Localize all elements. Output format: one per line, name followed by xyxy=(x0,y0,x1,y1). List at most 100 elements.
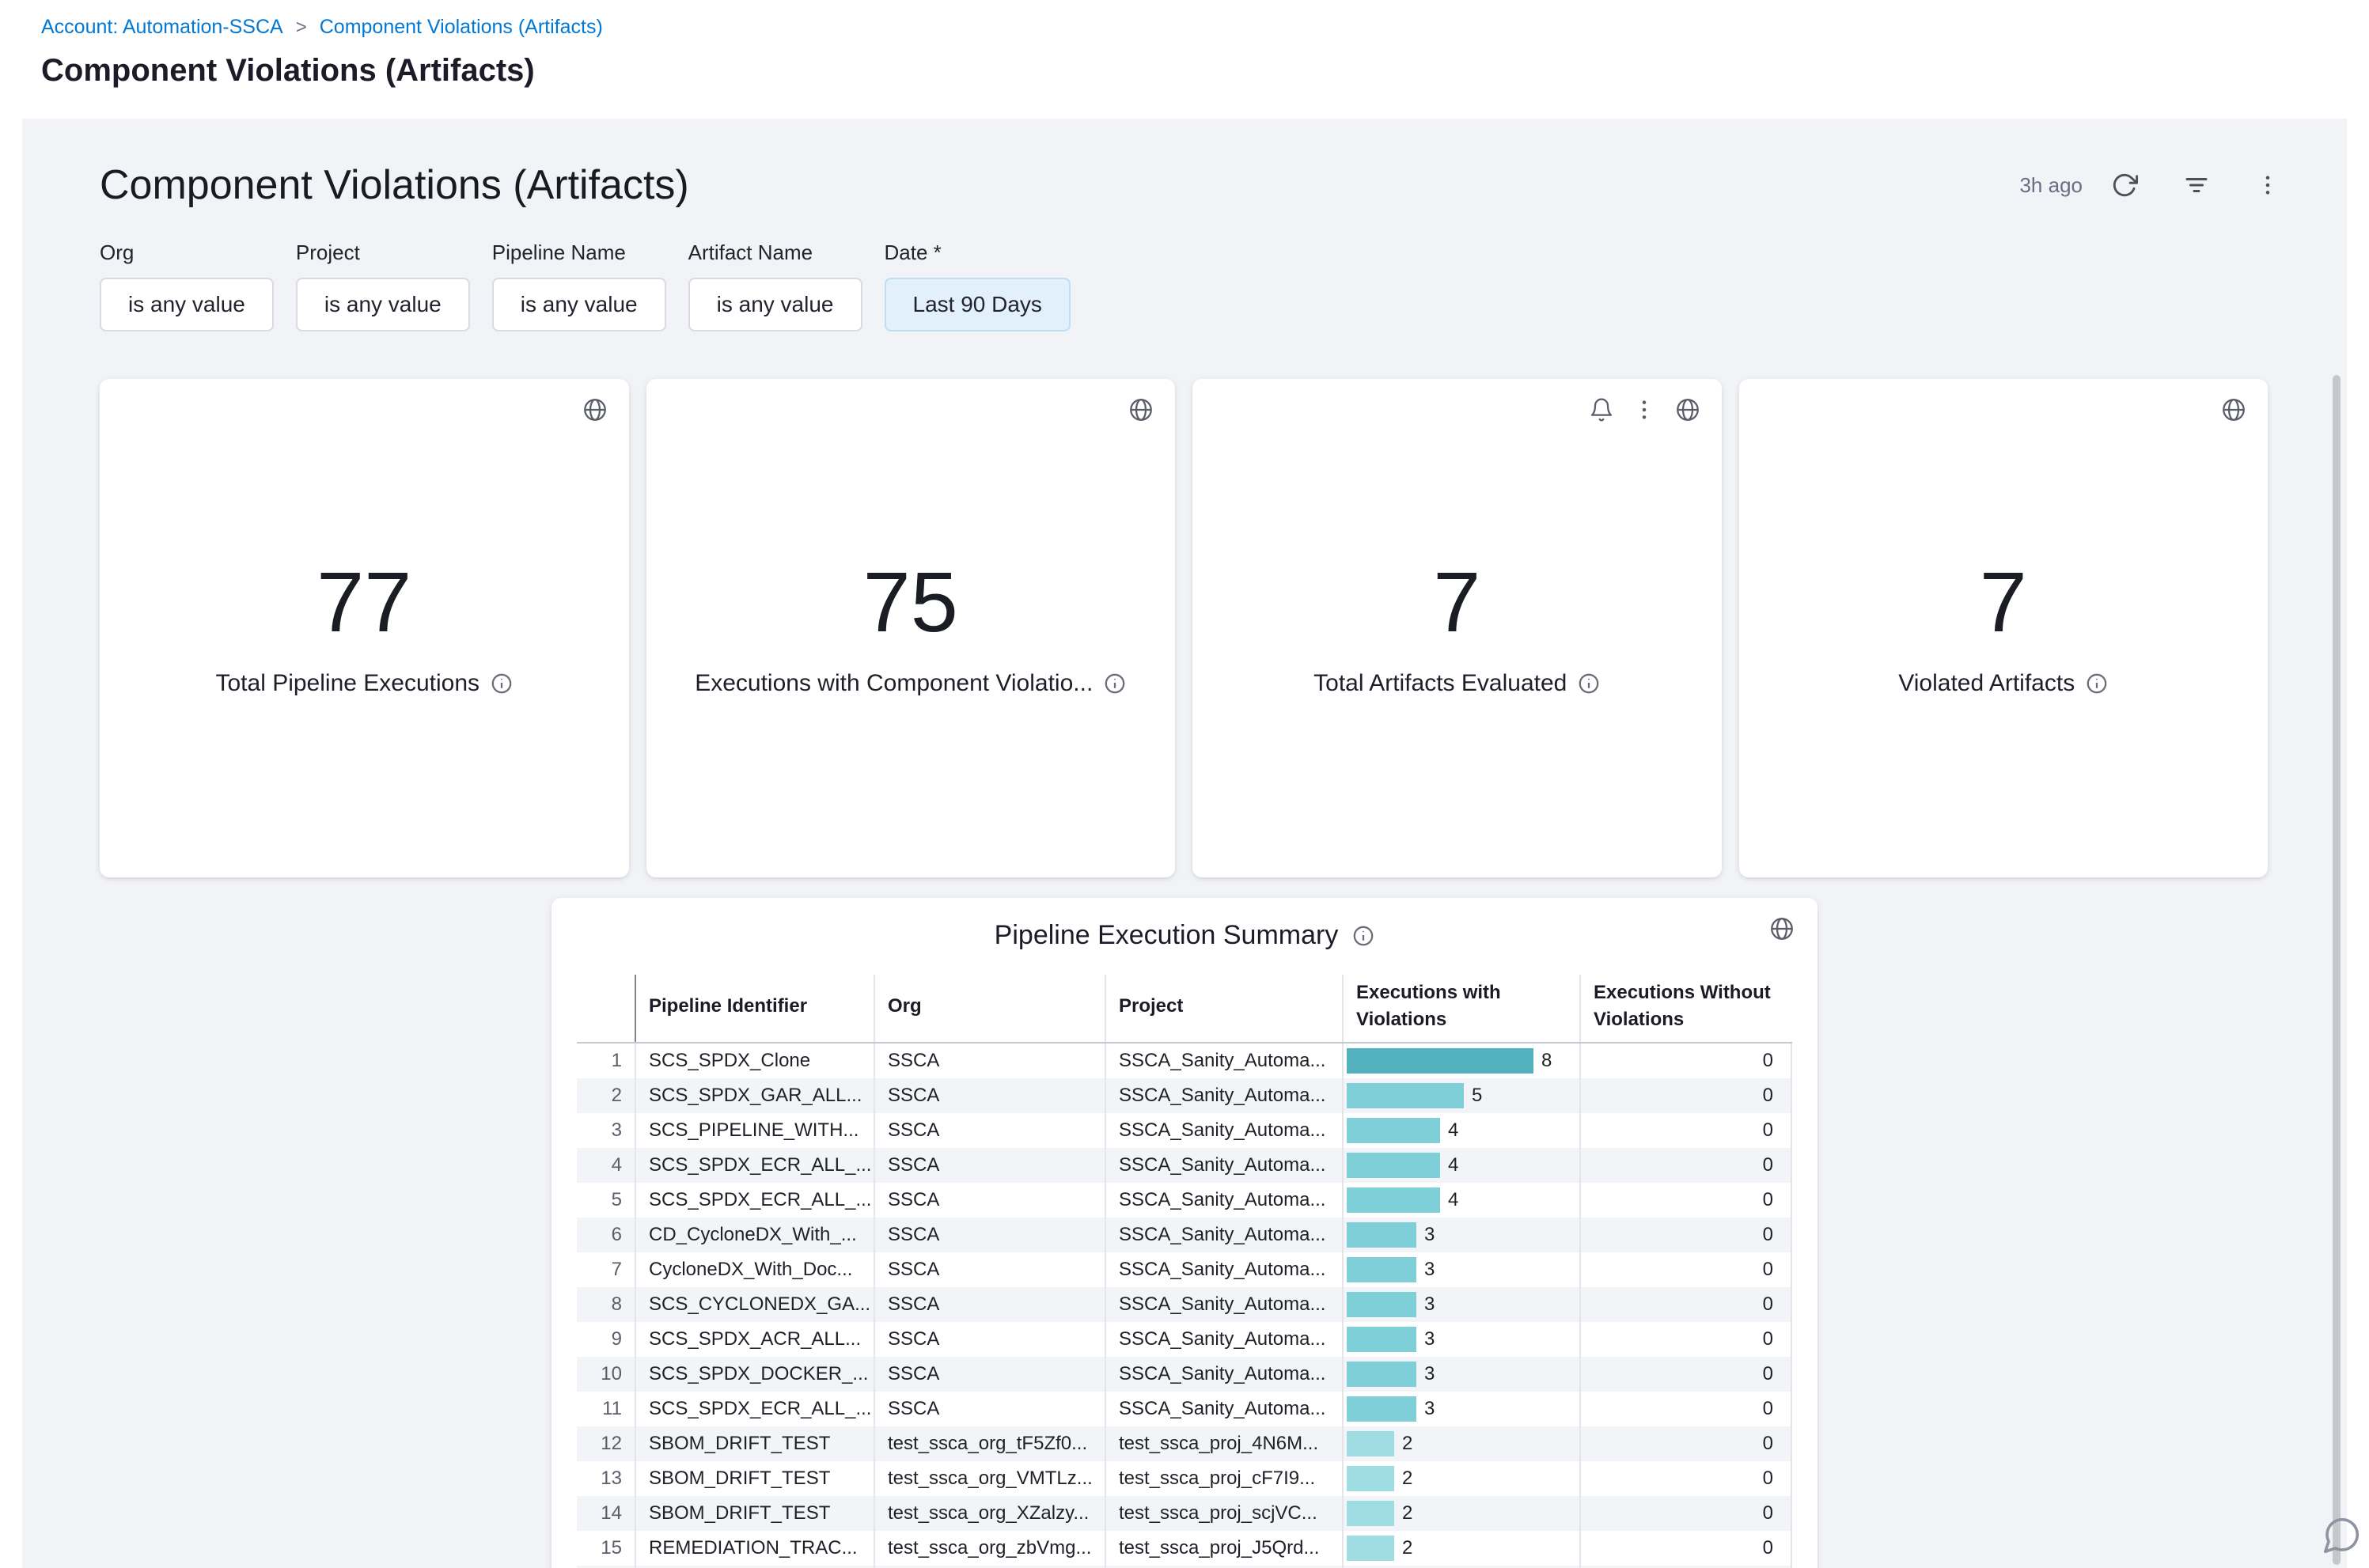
row-number: 11 xyxy=(577,1392,635,1426)
executions-with-violations-cell: 3 xyxy=(1343,1218,1580,1252)
filter-bar: Orgis any valueProjectis any valuePipeli… xyxy=(22,209,2347,331)
project-cell: test_ssca_proj_scjVC... xyxy=(1105,1496,1343,1531)
stat-label: Total Pipeline Executions xyxy=(215,670,479,697)
pipeline-identifier-cell: SCS_CYCLONEDX_GA... xyxy=(635,1287,874,1322)
more-options-button[interactable] xyxy=(2252,169,2284,201)
row-number: 3 xyxy=(577,1113,635,1148)
filter-value-button[interactable]: is any value xyxy=(100,278,274,331)
executions-with-violations-cell: 4 xyxy=(1343,1148,1580,1183)
executions-with-violations-cell: 4 xyxy=(1343,1183,1580,1218)
breadcrumb-current-link[interactable]: Component Violations (Artifacts) xyxy=(320,16,603,39)
executions-without-violations-cell: 0 xyxy=(1580,1113,1791,1148)
column-header-executions-without-violations[interactable]: Executions Without Violations xyxy=(1580,975,1791,1043)
row-number: 5 xyxy=(577,1183,635,1218)
tile-globe-icon[interactable] xyxy=(1768,915,1795,942)
project-cell: SSCA_Sanity_Automa... xyxy=(1105,1322,1343,1357)
column-header-project[interactable]: Project xyxy=(1105,975,1343,1043)
violations-count: 2 xyxy=(1402,1537,1412,1559)
executions-with-violations-cell: 5 xyxy=(1343,1078,1580,1113)
row-number: 14 xyxy=(577,1496,635,1531)
column-header-pipeline-identifier[interactable]: Pipeline Identifier xyxy=(635,975,874,1043)
executions-without-violations-cell: 0 xyxy=(1580,1496,1791,1531)
project-cell: SSCA_Sanity_Automa... xyxy=(1105,1148,1343,1183)
pipeline-execution-summary-table: Pipeline IdentifierOrgProjectExecutions … xyxy=(577,975,1792,1568)
project-cell: test_ssca_proj_cF7I9... xyxy=(1105,1461,1343,1496)
stat-card: 77 Total Pipeline Executions xyxy=(100,379,629,877)
table-row: 12SBOM_DRIFT_TESTtest_ssca_org_tF5Zf0...… xyxy=(577,1426,1791,1461)
table-row: 15REMEDIATION_TRAC...test_ssca_org_zbVmg… xyxy=(577,1531,1791,1566)
tile-globe-icon[interactable] xyxy=(582,396,608,423)
row-number: 8 xyxy=(577,1287,635,1322)
stat-label-row: Executions with Component Violatio... xyxy=(695,670,1126,697)
table-row: 1SCS_SPDX_CloneSSCASSCA_Sanity_Automa...… xyxy=(577,1043,1791,1078)
breadcrumb-account-link[interactable]: Account: Automation-SSCA xyxy=(41,16,283,39)
executions-with-violations-cell: 2 xyxy=(1343,1426,1580,1461)
tile-globe-icon[interactable] xyxy=(1128,396,1154,423)
pipeline-identifier-cell: SCS_SPDX_ACR_ALL... xyxy=(635,1322,874,1357)
org-cell: SSCA xyxy=(874,1322,1105,1357)
alert-bell-icon[interactable] xyxy=(1589,397,1614,422)
executions-without-violations-cell: 0 xyxy=(1580,1531,1791,1566)
stat-label-row: Violated Artifacts xyxy=(1898,670,2108,697)
stat-label: Total Artifacts Evaluated xyxy=(1313,670,1567,697)
stat-label-row: Total Pipeline Executions xyxy=(215,670,513,697)
stat-value: 75 xyxy=(863,559,958,645)
table-row: 9SCS_SPDX_ACR_ALL...SSCASSCA_Sanity_Auto… xyxy=(577,1322,1791,1357)
info-icon[interactable] xyxy=(1578,672,1600,695)
table-row: 6CD_CycloneDX_With_...SSCASSCA_Sanity_Au… xyxy=(577,1218,1791,1252)
org-cell: SSCA xyxy=(874,1392,1105,1426)
page-scrollbar[interactable] xyxy=(2333,375,2341,1565)
help-chat-button[interactable] xyxy=(2320,1514,2363,1557)
executions-with-violations-cell: 3 xyxy=(1343,1322,1580,1357)
filter-value-button[interactable]: is any value xyxy=(492,278,666,331)
column-header-org[interactable]: Org xyxy=(874,975,1105,1043)
filter-value-button[interactable]: is any value xyxy=(296,278,470,331)
stat-value: 7 xyxy=(1980,559,2027,645)
column-header-executions-with-violations[interactable]: Executions with Violations xyxy=(1343,975,1580,1043)
filter-button[interactable] xyxy=(2179,168,2214,203)
org-cell: SSCA xyxy=(874,1113,1105,1148)
filter-group: Pipeline Nameis any value xyxy=(492,241,666,331)
top-header: Account: Automation-SSCA > Component Vio… xyxy=(0,0,2369,119)
info-icon[interactable] xyxy=(491,672,513,695)
project-cell: SSCA_Sanity_Automa... xyxy=(1105,1392,1343,1426)
page-title: Component Violations (Artifacts) xyxy=(41,53,2328,89)
tile-globe-icon[interactable] xyxy=(2220,396,2247,423)
executions-with-violations-cell: 3 xyxy=(1343,1357,1580,1392)
project-cell: SSCA_Sanity_Automa... xyxy=(1105,1287,1343,1322)
violations-bar xyxy=(1347,1083,1464,1108)
filter-label: Artifact Name xyxy=(688,241,862,265)
executions-with-violations-cell: 2 xyxy=(1343,1461,1580,1496)
card-icons xyxy=(1128,396,1154,423)
table-row: 2SCS_SPDX_GAR_ALL...SSCASSCA_Sanity_Auto… xyxy=(577,1078,1791,1113)
refresh-button[interactable] xyxy=(2108,169,2141,202)
filter-label: Project xyxy=(296,241,470,265)
info-icon[interactable] xyxy=(2086,672,2108,695)
stat-value: 77 xyxy=(316,559,411,645)
pipeline-identifier-cell: SBOM_DRIFT_TEST xyxy=(635,1496,874,1531)
project-cell: SSCA_Sanity_Automa... xyxy=(1105,1357,1343,1392)
org-cell: SSCA xyxy=(874,1148,1105,1183)
violations-count: 2 xyxy=(1402,1502,1412,1524)
kebab-menu-icon[interactable] xyxy=(1632,397,1657,422)
executions-with-violations-cell: 3 xyxy=(1343,1252,1580,1287)
row-number: 10 xyxy=(577,1357,635,1392)
executions-without-violations-cell: 0 xyxy=(1580,1148,1791,1183)
violations-count: 4 xyxy=(1448,1154,1458,1176)
breadcrumb-chevron-icon: > xyxy=(296,17,307,39)
filter-value-button[interactable]: is any value xyxy=(688,278,862,331)
filter-value-button[interactable]: Last 90 Days xyxy=(885,278,1071,331)
violations-bar xyxy=(1347,1292,1416,1317)
violations-count: 3 xyxy=(1424,1363,1435,1385)
refresh-icon xyxy=(2111,172,2138,199)
filter-label: Date * xyxy=(885,241,1071,265)
tile-globe-icon[interactable] xyxy=(1674,396,1701,423)
kebab-menu-icon xyxy=(2255,172,2280,198)
project-cell: SSCA_Sanity_Automa... xyxy=(1105,1252,1343,1287)
pipeline-identifier-cell: CycloneDX_With_Doc... xyxy=(635,1252,874,1287)
executions-with-violations-cell: 2 xyxy=(1343,1531,1580,1566)
breadcrumb: Account: Automation-SSCA > Component Vio… xyxy=(41,16,2328,39)
info-icon[interactable] xyxy=(1104,672,1126,695)
filter-label: Org xyxy=(100,241,274,265)
info-icon[interactable] xyxy=(1352,925,1374,947)
